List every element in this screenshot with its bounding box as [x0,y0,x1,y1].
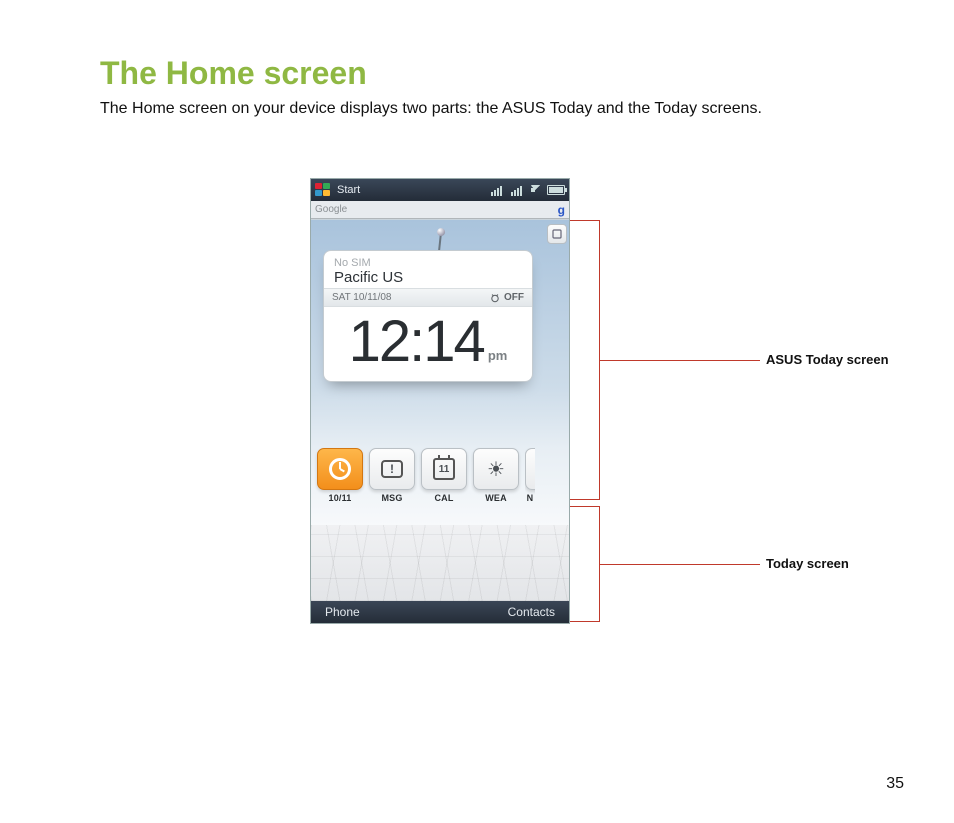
widget-wea[interactable]: ☀︎ WEA [473,448,519,503]
widget-row: 10/11 MSG 11 CAL ☀︎ WEA N [311,448,569,503]
weather-icon: ☀︎ [487,457,505,482]
widget-label: MSG [369,493,415,503]
alarm-state: OFF [504,292,524,303]
widget-label: N [525,493,535,503]
widget-1011[interactable]: 10/11 [317,448,363,503]
widget-tile: 11 [421,448,467,490]
clock-card[interactable]: No SIM Pacific US SAT 10/11/08 OFF 12:14… [323,250,533,382]
google-g-icon: g [558,203,565,217]
callout-bracket-today [570,506,600,622]
time-digits: 12:14 [349,313,484,371]
alarm-icon [490,293,500,303]
phone-screenshot: Start Google g No SIM Pacifi [310,178,570,624]
callout-leader-today [600,564,760,565]
callout-label-asus: ASUS Today screen [766,352,889,367]
softkey-contacts[interactable]: Contacts [508,605,555,619]
widget-label: WEA [473,493,519,503]
widget-cal[interactable]: 11 CAL [421,448,467,503]
side-button[interactable] [547,224,567,244]
asus-today-area: No SIM Pacific US SAT 10/11/08 OFF 12:14… [311,219,569,525]
figure: Start Google g No SIM Pacifi [310,178,954,624]
page-description: The Home screen on your device displays … [100,100,904,118]
start-label: Start [337,184,360,196]
callout-bracket-asus [570,220,600,500]
message-icon [381,460,403,478]
softkey-phone[interactable]: Phone [325,605,360,619]
battery-icon [547,185,565,195]
callout-label-today: Today screen [766,556,849,571]
clock-icon [329,458,351,480]
widget-tile [369,448,415,490]
softkey-bar: Phone Contacts [311,601,569,623]
callout-leader-asus [600,360,760,361]
alarm-toggle[interactable]: OFF [490,292,524,303]
data-icon [511,184,525,196]
signal-icon [491,184,505,196]
page-number: 35 [886,775,904,793]
google-placeholder: Google [315,204,347,215]
time-ampm: pm [488,348,508,363]
timezone-label: Pacific US [334,269,522,286]
no-sim-label: No SIM [334,257,522,269]
date-label: SAT 10/11/08 [332,292,392,303]
page-title: The Home screen [100,55,904,92]
calendar-icon: 11 [433,458,455,480]
google-search-bar[interactable]: Google g [311,201,569,219]
status-bar[interactable]: Start [311,179,569,201]
today-area [311,525,569,601]
windows-flag-icon [315,183,331,197]
widget-n[interactable]: N [525,448,535,503]
widget-label: CAL [421,493,467,503]
widget-msg[interactable]: MSG [369,448,415,503]
widget-tile [317,448,363,490]
widget-label: 10/11 [317,493,363,503]
widget-tile: ☀︎ [473,448,519,490]
widget-tile [525,448,535,490]
volume-icon [531,185,541,195]
